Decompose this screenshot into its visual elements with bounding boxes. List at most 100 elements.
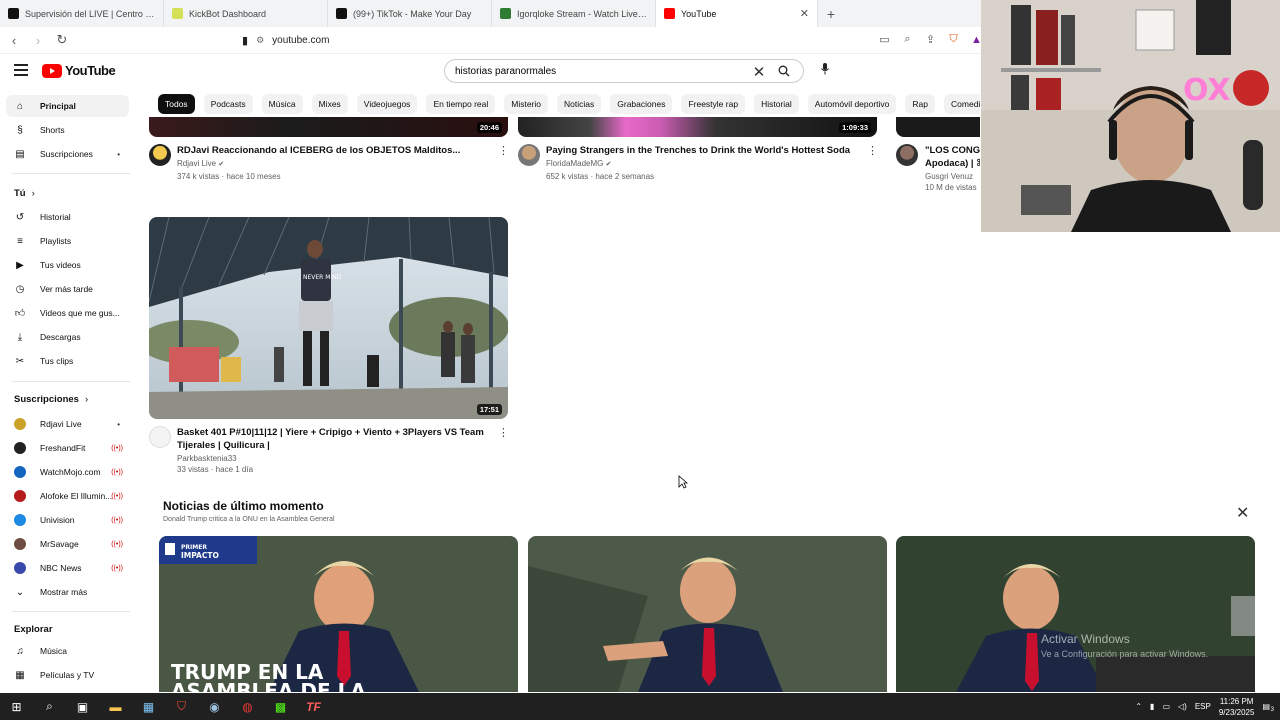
channel-avatar[interactable] <box>149 144 171 166</box>
video-thumbnail[interactable] <box>896 117 980 137</box>
microphone-icon[interactable]: ▮ <box>1150 702 1154 711</box>
notifications-icon[interactable]: ▤ 3 <box>1262 702 1274 713</box>
channel-avatar[interactable] <box>149 426 171 448</box>
news-thumbnail[interactable] <box>528 536 887 692</box>
sidebar-item-tus-videos[interactable]: ▶ Tus videos <box>6 254 129 276</box>
forward-icon[interactable]: › <box>28 30 48 50</box>
video-title[interactable]: RDJavi Reaccionando al ICEBERG de los OB… <box>177 144 487 157</box>
file-explorer-icon[interactable]: ▬ <box>99 693 132 720</box>
chip-rap[interactable]: Rap <box>905 94 936 114</box>
dismiss-news-icon[interactable]: ✕ <box>1236 503 1249 523</box>
show-more-button[interactable]: ⌄ Mostrar más <box>6 581 129 603</box>
back-icon[interactable]: ‹ <box>4 30 24 50</box>
app-red-icon[interactable]: ◍ <box>231 693 264 720</box>
chip-videojuegos[interactable]: Videojuegos <box>356 94 418 114</box>
chip-podcasts[interactable]: Podcasts <box>203 94 253 114</box>
cast-icon[interactable]: ▭ <box>876 31 893 48</box>
chip-grabaciones[interactable]: Grabaciones <box>610 94 673 114</box>
sidebar-sub-univision[interactable]: Univision ((•)) <box>6 509 129 531</box>
video-title[interactable]: Paying Strangers in the Trenches to Drin… <box>546 144 856 157</box>
more-options-icon[interactable]: ⋮ <box>498 426 509 439</box>
youtube-logo[interactable]: YouTube <box>42 63 116 78</box>
sidebar-item-liked-videos[interactable]: 👍︎ Videos que me gus... <box>6 302 129 324</box>
app-green-icon[interactable]: ▩ <box>264 693 297 720</box>
channel-name[interactable]: Parkbasktenia33 <box>177 454 489 463</box>
sidebar-section-subscriptions[interactable]: Suscripciones › <box>14 394 88 405</box>
sidebar-item-peliculas[interactable]: ▦ Películas y TV <box>6 664 129 686</box>
video-title-line2[interactable]: Apodaca) | ⌘ <box>925 157 980 170</box>
sidebar-sub-freshandfit[interactable]: FreshandFit ((•)) <box>6 437 129 459</box>
sidebar-item-suscripciones[interactable]: ▤ Suscripciones • <box>6 143 129 165</box>
chip-en-tiempo-real[interactable]: En tiempo real <box>426 94 496 114</box>
video-thumbnail[interactable]: 20:46 <box>149 117 508 137</box>
channel-avatar[interactable] <box>896 144 918 166</box>
sidebar-sub-mrsavage[interactable]: MrSavage ((•)) <box>6 533 129 555</box>
browser-tab-tiktok-live[interactable]: Supervisión del LIVE | Centro LIVE de <box>0 0 164 27</box>
more-options-icon[interactable]: ⋮ <box>498 144 509 157</box>
sidebar-item-shorts[interactable]: § Shorts <box>6 119 129 141</box>
bookmark-icon[interactable]: ▮ <box>242 34 248 47</box>
search-input[interactable] <box>455 65 745 77</box>
video-channel[interactable]: FloridaMadeMG ✔ <box>546 159 856 168</box>
chevron-up-icon[interactable]: ⌃ <box>1135 702 1142 711</box>
new-tab-button[interactable]: + <box>818 0 844 27</box>
sidebar-sub-alofoke[interactable]: Alofoke El Illumin... ((•)) <box>6 485 129 507</box>
sidebar-sub-nbcnews[interactable]: NBC News ((•)) <box>6 557 129 579</box>
task-view-icon[interactable]: ▣ <box>66 693 99 720</box>
search-button[interactable] <box>765 60 803 82</box>
sidebar-item-tus-clips[interactable]: ✂ Tus clips <box>6 350 129 372</box>
chip-mixes[interactable]: Mixes <box>311 94 348 114</box>
more-options-icon[interactable]: ⋮ <box>867 144 878 157</box>
sidebar-item-principal[interactable]: ⌂ Principal <box>6 95 129 117</box>
steam-icon[interactable]: ◉ <box>198 693 231 720</box>
search-icon[interactable]: ⌕ <box>33 693 66 720</box>
site-info-icon[interactable]: ⚙ <box>256 35 264 46</box>
chip-freestyle-rap[interactable]: Freestyle rap <box>681 94 746 114</box>
sidebar-item-historial[interactable]: ↺ Historial <box>6 206 129 228</box>
url-text[interactable]: youtube.com <box>272 35 329 46</box>
zoom-icon[interactable]: ⌕ <box>899 31 916 48</box>
sidebar-section-you[interactable]: Tú › <box>14 188 35 199</box>
reload-icon[interactable]: ↻ <box>52 30 72 50</box>
chip-comedias[interactable]: Comedias <box>944 94 980 114</box>
news-thumbnail[interactable]: PRIMER IMPACTO TRUMP EN LA ASAMBLEA DE L… <box>159 536 518 692</box>
chip-historial[interactable]: Historial <box>754 94 799 114</box>
sidebar-item-ver-mas-tarde[interactable]: ◷ Ver más tarde <box>6 278 129 300</box>
network-icon[interactable]: ▭ <box>1162 702 1170 711</box>
browser-tab-tiktok[interactable]: (99+) TikTok - Make Your Day <box>328 0 492 27</box>
close-tab-icon[interactable]: ✕ <box>800 7 809 20</box>
video-channel[interactable]: Rdjavi Live ✔ <box>177 159 487 168</box>
chip-noticias[interactable]: Noticias <box>557 94 602 114</box>
channel-name[interactable]: FloridaMadeMG <box>546 159 603 168</box>
channel-name[interactable]: Gusgri Venuz <box>925 172 980 181</box>
store-icon[interactable]: ▦ <box>132 693 165 720</box>
brave-browser-icon[interactable]: ⛉ <box>165 693 198 720</box>
video-title[interactable]: Basket 401 P#10|11|12 | Yiere + Cripigo … <box>177 426 489 452</box>
chip-automovil-deportivo[interactable]: Automóvil deportivo <box>807 94 897 114</box>
news-thumbnail[interactable] <box>896 536 1255 692</box>
channel-name[interactable]: Rdjavi Live <box>177 159 216 168</box>
volume-icon[interactable]: ◁) <box>1178 702 1187 711</box>
video-thumbnail[interactable]: 1:09:33 <box>518 117 877 137</box>
chip-misterio[interactable]: Misterio <box>504 94 549 114</box>
channel-avatar[interactable] <box>518 144 540 166</box>
sidebar-sub-rdjavi[interactable]: Rdjavi Live • <box>6 413 129 435</box>
voice-search-button[interactable] <box>815 62 835 80</box>
sidebar-item-musica[interactable]: ♫ Música <box>6 640 129 662</box>
clock[interactable]: 11:26 PM 9/23/2025 <box>1219 696 1255 718</box>
sidebar-item-descargas[interactable]: ⤓ Descargas <box>6 326 129 348</box>
video-thumbnail-basket[interactable]: NEVER MIND 17:51 <box>149 217 508 419</box>
brave-shield-icon[interactable]: ⛉ <box>945 31 962 48</box>
sidebar-sub-watchmojo[interactable]: WatchMojo.com ((•)) <box>6 461 129 483</box>
sidebar-item-playlists[interactable]: ≡ Playlists <box>6 230 129 252</box>
browser-tab-kick[interactable]: Igorqloke Stream - Watch Live on Kic <box>492 0 656 27</box>
windows-start-icon[interactable]: ⊞ <box>0 693 33 720</box>
app-tf-icon[interactable]: TF <box>297 693 330 720</box>
browser-tab-kickbot[interactable]: KickBot Dashboard <box>164 0 328 27</box>
chip-musica[interactable]: Música <box>261 94 303 114</box>
share-icon[interactable]: ⇪ <box>922 31 939 48</box>
menu-icon[interactable] <box>14 64 28 76</box>
browser-tab-youtube[interactable]: YouTube ✕ <box>656 0 818 27</box>
chip-todos[interactable]: Todos <box>158 94 195 114</box>
video-title[interactable]: "LOS CONGE <box>925 144 980 157</box>
